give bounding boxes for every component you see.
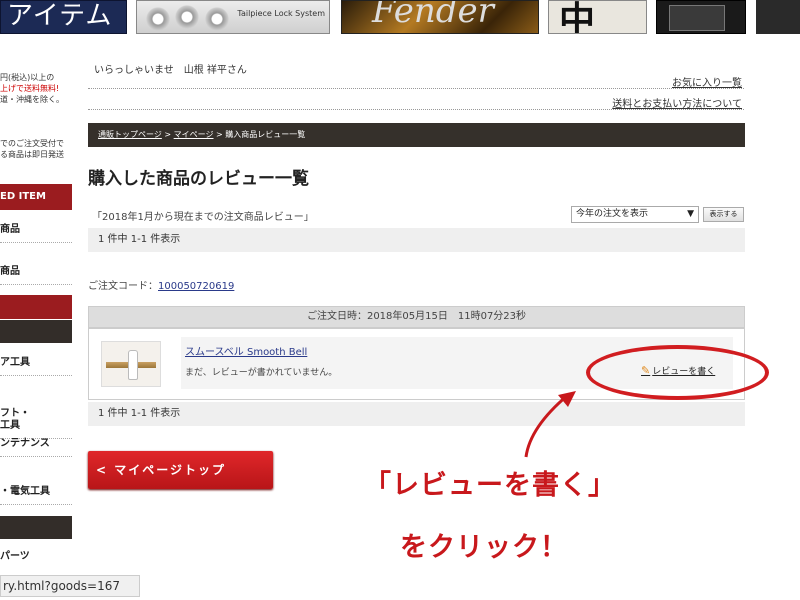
product-box-image xyxy=(669,5,725,31)
greeting: いらっしゃいませ 山根 祥平さん xyxy=(94,65,247,76)
banner-tailpiece[interactable]: Tailpiece Lock System xyxy=(136,0,330,34)
sidebar-section-red xyxy=(0,295,72,319)
order-filter-value: 今年の注文を表示 xyxy=(576,209,649,219)
banner-tailpiece-text: Tailpiece Lock System xyxy=(237,9,325,18)
period-label: 「2018年1月から現在までの注文商品レビュー」 xyxy=(92,212,314,223)
tailpiece-image xyxy=(143,3,243,33)
callout-line2: をクリック！ xyxy=(400,532,568,563)
sidebar-header-text: ED ITEM xyxy=(0,191,46,202)
status-url: ry.html?goods=167 xyxy=(0,575,140,597)
favorites-link[interactable]: お気に入り一覧 xyxy=(672,74,742,89)
sidebar-item-label: 商品 xyxy=(0,266,20,277)
banner-items[interactable]: アイテム xyxy=(0,0,127,34)
banner-fender-text: Fender xyxy=(372,0,494,31)
banner-partial[interactable] xyxy=(756,0,800,34)
annotation-arrow xyxy=(524,391,576,458)
breadcrumb-home-link[interactable]: 通販トップページ xyxy=(98,130,162,139)
result-count-bottom: 1 件中 1-1 件表示 xyxy=(88,402,745,426)
banner-items-text: アイテム xyxy=(7,1,113,31)
product-thumbnail[interactable] xyxy=(101,341,161,387)
sidebar-header: ED ITEM xyxy=(0,184,72,210)
order-filter-select[interactable]: 今年の注文を表示 ▼ xyxy=(571,206,699,223)
sidebar-item-label: ・電気工具 xyxy=(0,486,50,497)
review-status: まだ、レビューが書かれていません。 xyxy=(185,368,338,378)
breadcrumb: 通販トップページ > マイページ > 購入商品レビュー一覧 xyxy=(88,123,745,147)
highlight-circle xyxy=(586,345,769,400)
notice-line: る商品は即日発送 xyxy=(0,150,64,159)
banner-kanji-text: 中 xyxy=(559,0,596,34)
sidebar-item-label: ンテナンス xyxy=(0,438,50,449)
sidebar-section-dark xyxy=(0,320,72,343)
page-title: 購入した商品のレビュー一覧 xyxy=(88,169,309,189)
notice-line: でのご注文受付で xyxy=(0,139,64,148)
sidebar-item-label: ア工具 xyxy=(0,357,30,368)
same-day-notice: でのご注文受付で る商品は即日発送 xyxy=(0,138,64,160)
sidebar-item-5[interactable]: ンテナンス xyxy=(0,438,72,457)
show-button[interactable]: 表示する xyxy=(703,207,744,222)
notice-line: 円(税込)以上の xyxy=(0,73,55,82)
banner-kanji[interactable]: 中 xyxy=(548,0,647,34)
order-code-label: ご注文コード： xyxy=(88,281,158,292)
divider xyxy=(88,109,744,110)
result-count-top: 1 件中 1-1 件表示 xyxy=(88,228,745,252)
order-date: ご注文日時：2018年05月15日 11時07分23秒 xyxy=(88,306,745,328)
sidebar-section-dark-2 xyxy=(0,516,72,539)
notice-line: 上げで送料無料! xyxy=(0,84,60,93)
product-name-link[interactable]: スムースベル Smooth Bell xyxy=(185,343,307,358)
shipping-notice: 円(税込)以上の 上げで送料無料! 道・沖縄を除く。 xyxy=(0,72,64,105)
sidebar-item-6[interactable]: ・電気工具 xyxy=(0,486,72,505)
sidebar-item-label: 商品 xyxy=(0,224,20,235)
order-code-link[interactable]: 100050720619 xyxy=(158,281,234,292)
dropdown-arrow-icon: ▼ xyxy=(687,209,694,219)
sidebar-item-2[interactable]: 商品 xyxy=(0,266,72,285)
divider xyxy=(88,88,744,89)
sidebar-item-4[interactable]: フト・ 工具 xyxy=(0,396,72,439)
product-image-bottle xyxy=(128,350,138,380)
sidebar-item-7[interactable]: パーツ xyxy=(0,551,72,569)
breadcrumb-current: 購入商品レビュー一覧 xyxy=(225,130,306,139)
order-code-row: ご注文コード：100050720619 xyxy=(88,277,234,292)
breadcrumb-separator: > xyxy=(161,130,174,139)
banner-fender[interactable]: Fender xyxy=(341,0,539,34)
breadcrumb-mypage-link[interactable]: マイページ xyxy=(174,130,214,139)
banner-product-box[interactable] xyxy=(656,0,746,34)
callout-line1: 「レビューを書く」 xyxy=(364,470,616,501)
sidebar-item-3[interactable]: ア工具 xyxy=(0,357,72,376)
sidebar-item-1[interactable]: 商品 xyxy=(0,224,72,243)
notice-line: 道・沖縄を除く。 xyxy=(0,95,64,104)
sidebar-item-label: フト・ 工具 xyxy=(0,408,30,431)
breadcrumb-separator: > xyxy=(213,130,226,139)
sidebar-item-label: パーツ xyxy=(0,551,30,562)
shipping-payment-link[interactable]: 送料とお支払い方法について xyxy=(612,95,742,110)
mypage-top-button[interactable]: < マイページトップ xyxy=(88,451,273,489)
